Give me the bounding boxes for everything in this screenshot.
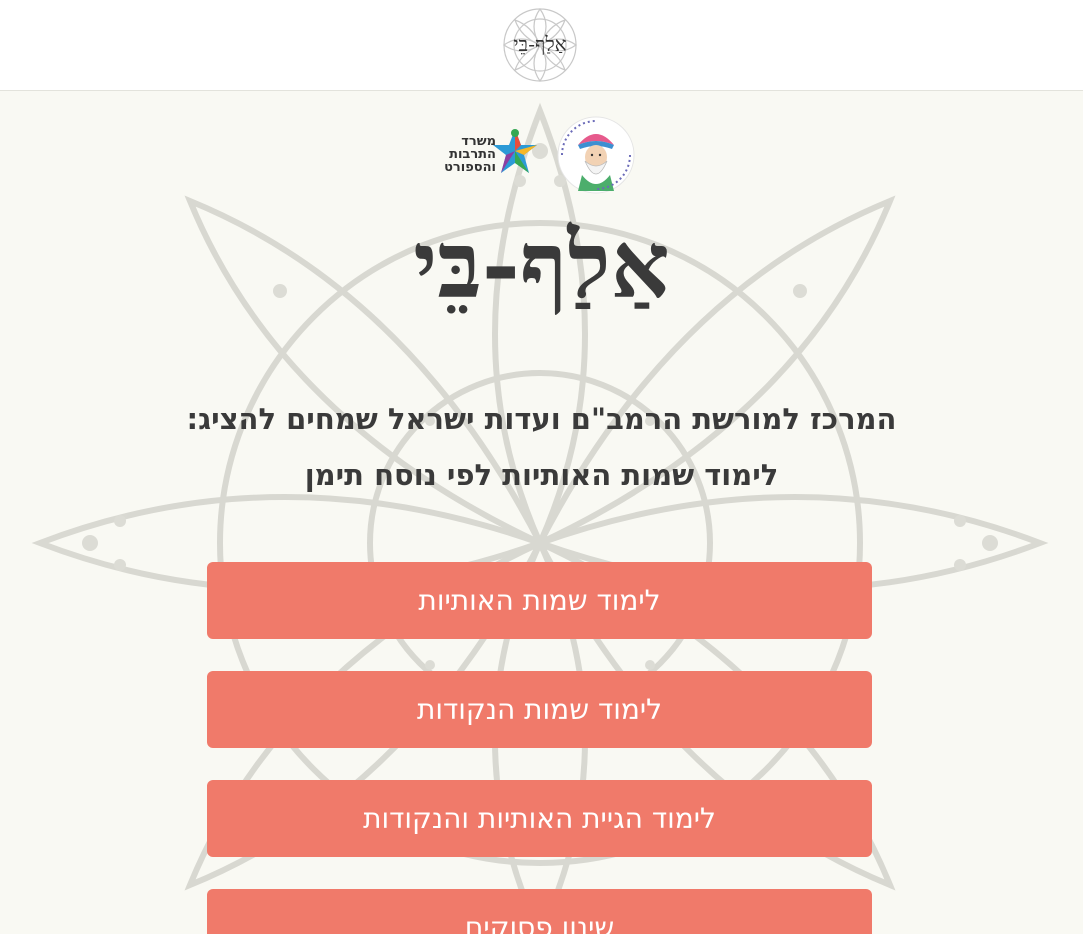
star-icon xyxy=(493,129,537,173)
learn-pronunciation-button[interactable]: לימוד הגיית האותיות והנקודות xyxy=(207,780,872,857)
sponsor-logos: משרד התרבות והספורט xyxy=(440,109,640,194)
intro-line-2: לימוד שמות האותיות לפי נוסח תימן xyxy=(304,458,779,492)
rambam-portrait-icon xyxy=(557,116,635,194)
header-logo[interactable]: אַלַף-בֵּי xyxy=(496,4,584,86)
learn-vowel-names-button[interactable]: לימוד שמות הנקודות xyxy=(207,671,872,748)
rambam-heritage-logo[interactable] xyxy=(556,115,636,195)
main-content: משרד התרבות והספורט אַלַף-בֵּי המרכז למו… xyxy=(0,91,1083,934)
page-title: אַלַף-בֵּי xyxy=(413,211,670,319)
ministry-logo-text: משרד התרבות והספורט xyxy=(440,135,496,174)
site-header: אַלַף-בֵּי xyxy=(0,0,1083,91)
intro-line-1: המרכז למורשת הרמב"ם ועדות ישראל שמחים לה… xyxy=(186,402,897,436)
ministry-line-3: והספורט xyxy=(444,160,496,175)
learn-letter-names-button[interactable]: לימוד שמות האותיות xyxy=(207,562,872,639)
ministry-culture-sport-logo[interactable]: משרד התרבות והספורט xyxy=(440,121,540,181)
header-logo-text: אַלַף-בֵּי xyxy=(513,32,567,56)
intro-text: המרכז למורשת הרמב"ם ועדות ישראל שמחים לה… xyxy=(0,391,1083,503)
verse-memorization-button[interactable]: שינון פסוקים xyxy=(207,889,872,934)
